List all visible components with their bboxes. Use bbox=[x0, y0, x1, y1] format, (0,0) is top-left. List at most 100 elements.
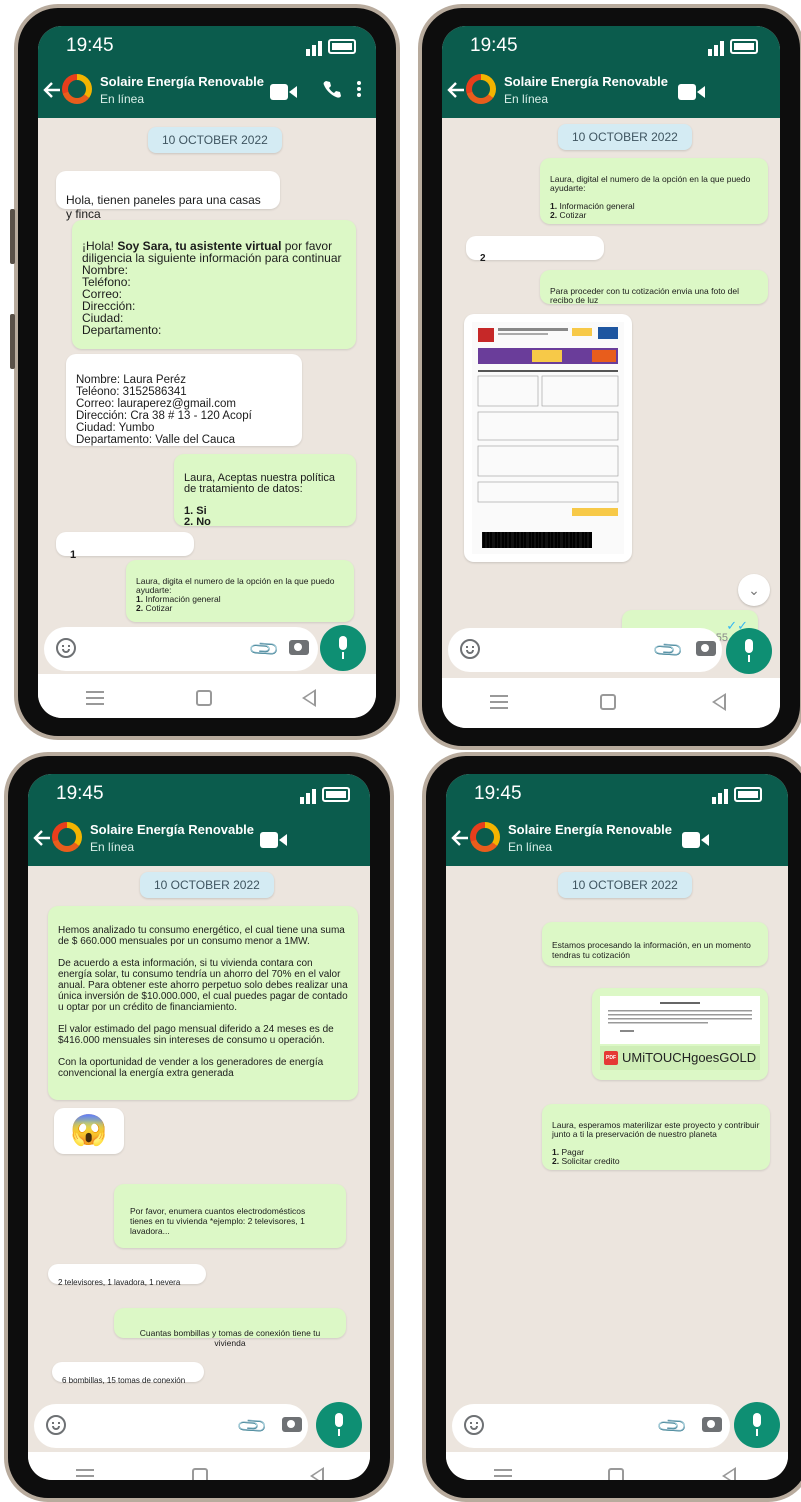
back-arrow-icon[interactable] bbox=[32, 828, 52, 848]
message-text: Para proceder con tu cotización envia un… bbox=[550, 286, 740, 305]
status-time: 19:45 bbox=[470, 35, 518, 56]
pdf-attachment[interactable]: PDF UMiTOUCHgoesGOLD bbox=[592, 988, 768, 1080]
system-nav-bar bbox=[28, 1452, 370, 1480]
message-composer[interactable]: 📎 bbox=[448, 628, 722, 672]
contact-status: En línea bbox=[508, 840, 553, 854]
pdf-file-row[interactable]: PDF UMiTOUCHgoesGOLD bbox=[600, 1046, 760, 1070]
status-bar: 19:45 bbox=[446, 774, 788, 814]
message-outgoing: ¡Hola! Soy Sara, tu asistente virtual po… bbox=[72, 220, 356, 349]
mic-button[interactable] bbox=[320, 625, 366, 671]
nav-menu-icon[interactable] bbox=[490, 695, 508, 709]
electricity-bill-image[interactable] bbox=[464, 314, 632, 562]
message-composer[interactable]: 📎 bbox=[452, 1404, 730, 1448]
message-incoming: 1 bbox=[56, 532, 194, 561]
message-outgoing: Para proceder con tu cotización envia un… bbox=[540, 270, 768, 305]
phone-4: 19:45 Solaire Energía Renovable En línea… bbox=[422, 752, 801, 1502]
mic-icon bbox=[335, 1413, 343, 1427]
phone-frame: 19:45 Solaire Energía Renovable En línea… bbox=[18, 8, 396, 736]
back-arrow-icon[interactable] bbox=[450, 828, 470, 848]
phone-1: 19:45 Solaire Energía Renovable En línea… bbox=[10, 4, 400, 740]
date-badge: 10 OCTOBER 2022 bbox=[140, 872, 274, 898]
contact-logo[interactable] bbox=[470, 822, 500, 852]
signal-icon bbox=[708, 40, 728, 56]
chat-header: Solaire Energía Renovable En línea bbox=[28, 814, 370, 866]
message-outgoing: Laura, digita el numero de la opción en … bbox=[126, 560, 354, 622]
message-outgoing: Por favor, enumera cuantos electrodomést… bbox=[114, 1184, 346, 1248]
message-incoming: Hola, tienen paneles para una casas y fi… bbox=[56, 171, 280, 221]
message-composer[interactable]: 📎 bbox=[44, 627, 318, 671]
nav-home-icon[interactable] bbox=[196, 690, 212, 706]
date-badge: 10 OCTOBER 2022 bbox=[558, 872, 692, 898]
message-text: Hemos analizado tu consumo energético, e… bbox=[58, 925, 348, 1079]
video-call-icon[interactable] bbox=[678, 83, 706, 101]
phone-frame: 19:45 Solaire Energía Renovable En línea… bbox=[422, 8, 800, 746]
nav-back-icon[interactable] bbox=[722, 1467, 736, 1480]
pdf-preview bbox=[600, 996, 760, 1044]
message-incoming: Nombre: Laura Peréz Teléono: 3152586341 … bbox=[66, 354, 302, 446]
message-composer[interactable]: 📎 bbox=[34, 1404, 308, 1448]
emoji-icon[interactable] bbox=[460, 639, 480, 659]
scroll-down-icon[interactable]: ⌄ bbox=[738, 574, 770, 606]
nav-menu-icon[interactable] bbox=[86, 691, 104, 705]
system-nav-bar bbox=[442, 678, 780, 728]
attach-icon[interactable]: 📎 bbox=[655, 1409, 690, 1444]
camera-icon[interactable] bbox=[289, 640, 309, 655]
status-bar: 19:45 bbox=[28, 774, 370, 814]
contact-name[interactable]: Solaire Energía Renovable bbox=[504, 74, 668, 89]
contact-name[interactable]: Solaire Energía Renovable bbox=[100, 74, 264, 89]
message-text: Laura, digital el numero de la opción en… bbox=[550, 174, 751, 220]
scream-emoji: 😱 bbox=[70, 1114, 108, 1147]
status-time: 19:45 bbox=[56, 783, 104, 804]
message-text: 6 bombillas, 15 tomas de conexión bbox=[62, 1376, 186, 1385]
contact-logo[interactable] bbox=[466, 74, 496, 104]
message-text: 1 bbox=[70, 549, 77, 561]
chat-header: Solaire Energía Renovable En línea bbox=[446, 814, 788, 866]
nav-home-icon[interactable] bbox=[600, 694, 616, 710]
contact-name[interactable]: Solaire Energía Renovable bbox=[90, 822, 254, 837]
message-text: Laura, esperamos materilizar este proyec… bbox=[552, 1120, 760, 1166]
nav-back-icon[interactable] bbox=[310, 1467, 324, 1480]
attach-icon[interactable]: 📎 bbox=[651, 633, 686, 668]
side-button bbox=[10, 314, 15, 369]
back-arrow-icon[interactable] bbox=[446, 80, 466, 100]
contact-logo[interactable] bbox=[62, 74, 92, 104]
mic-button[interactable] bbox=[734, 1402, 780, 1448]
emoji-icon[interactable] bbox=[46, 1415, 66, 1435]
side-button bbox=[10, 209, 15, 264]
message-text: Laura, digita el numero de la opción en … bbox=[136, 576, 335, 613]
nav-back-icon[interactable] bbox=[302, 689, 316, 707]
phone-icon[interactable] bbox=[322, 79, 342, 99]
contact-logo[interactable] bbox=[52, 822, 82, 852]
nav-menu-icon[interactable] bbox=[76, 1469, 94, 1480]
more-vert-icon[interactable] bbox=[356, 79, 362, 101]
message-outgoing: Laura, esperamos materilizar este proyec… bbox=[542, 1104, 770, 1170]
camera-icon[interactable] bbox=[696, 641, 716, 656]
attach-icon[interactable]: 📎 bbox=[235, 1409, 270, 1444]
phone-3: 19:45 Solaire Energía Renovable En línea… bbox=[4, 752, 394, 1502]
message-text: Cuantas bombillas y tomas de conexión ti… bbox=[139, 1328, 321, 1348]
nav-back-icon[interactable] bbox=[712, 693, 726, 711]
message-text: 2 televisores, 1 lavadora, 1 nevera bbox=[58, 1278, 181, 1287]
battery-icon bbox=[734, 787, 762, 802]
attach-icon[interactable]: 📎 bbox=[247, 632, 282, 667]
date-badge: 10 OCTOBER 2022 bbox=[558, 124, 692, 150]
video-call-icon[interactable] bbox=[260, 831, 288, 849]
camera-icon[interactable] bbox=[702, 1417, 722, 1432]
nav-menu-icon[interactable] bbox=[494, 1469, 512, 1480]
nav-home-icon[interactable] bbox=[608, 1468, 624, 1480]
video-call-icon[interactable] bbox=[270, 83, 298, 101]
mic-button[interactable] bbox=[316, 1402, 362, 1448]
emoji-icon[interactable] bbox=[464, 1415, 484, 1435]
emoji-message: 😱 bbox=[54, 1108, 124, 1154]
status-time: 19:45 bbox=[66, 35, 114, 56]
emoji-icon[interactable] bbox=[56, 638, 76, 658]
contact-name[interactable]: Solaire Energía Renovable bbox=[508, 822, 672, 837]
nav-home-icon[interactable] bbox=[192, 1468, 208, 1480]
camera-icon[interactable] bbox=[282, 1417, 302, 1432]
back-arrow-icon[interactable] bbox=[42, 80, 62, 100]
contact-status: En línea bbox=[90, 840, 135, 854]
video-call-icon[interactable] bbox=[682, 831, 710, 849]
phone-frame: 19:45 Solaire Energía Renovable En línea… bbox=[8, 756, 390, 1498]
message-text: Estamos procesando la información, en un… bbox=[552, 940, 751, 960]
mic-button[interactable] bbox=[726, 628, 772, 674]
